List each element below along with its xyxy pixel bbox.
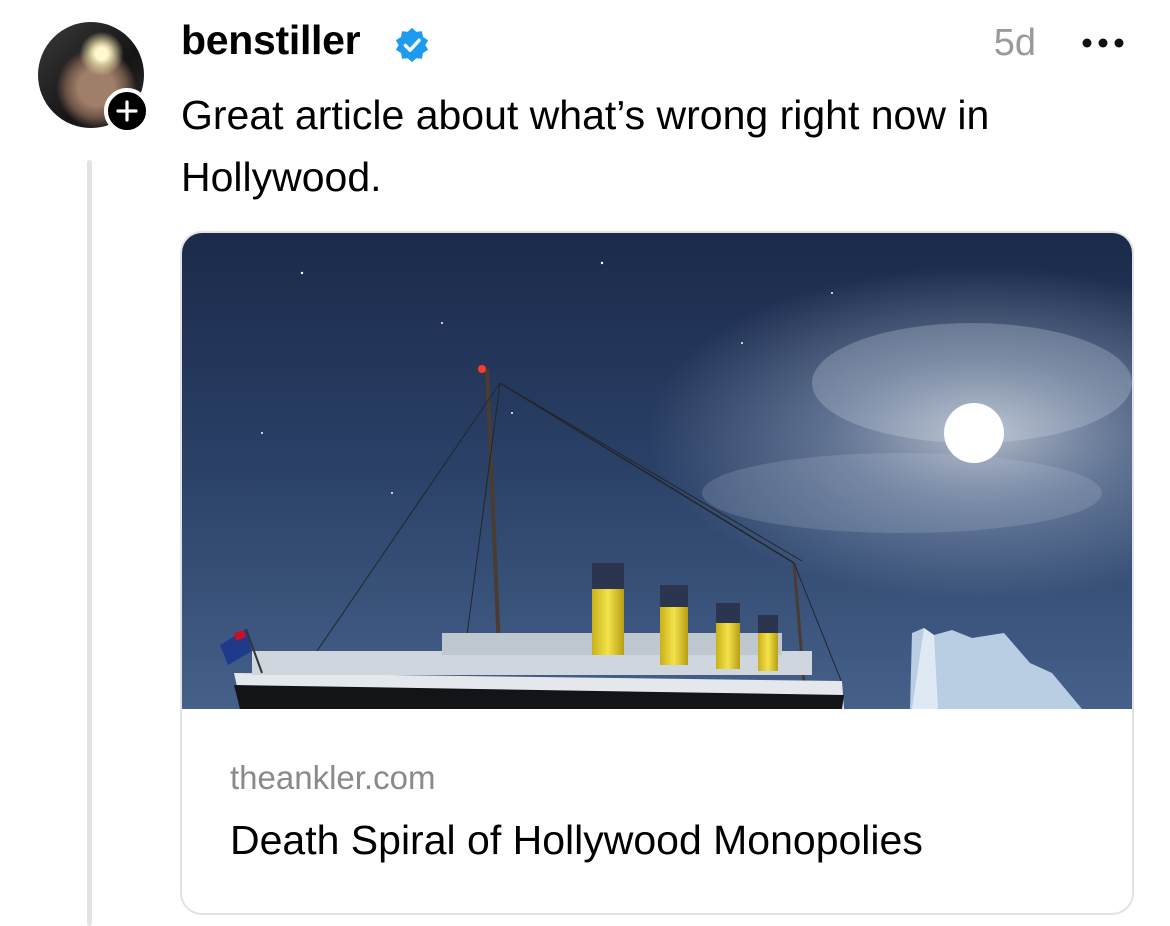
link-headline[interactable]: Death Spiral of Hollywood Monopolies	[230, 817, 923, 864]
verified-badge-icon	[395, 27, 429, 63]
link-domain: theankler.com	[230, 759, 436, 796]
plus-icon	[116, 100, 138, 122]
titanic-ship-night-image	[182, 233, 1132, 709]
more-horizontal-icon[interactable]	[1080, 30, 1126, 56]
post-text: Great article about what’s wrong right n…	[181, 92, 990, 200]
follow-button[interactable]	[104, 88, 150, 134]
post-timestamp: 5d	[993, 22, 1036, 64]
thread-line	[87, 160, 92, 926]
link-preview-card[interactable]: theankler.com Death Spiral of Hollywood …	[180, 231, 1134, 915]
username[interactable]: benstiller	[181, 17, 361, 64]
